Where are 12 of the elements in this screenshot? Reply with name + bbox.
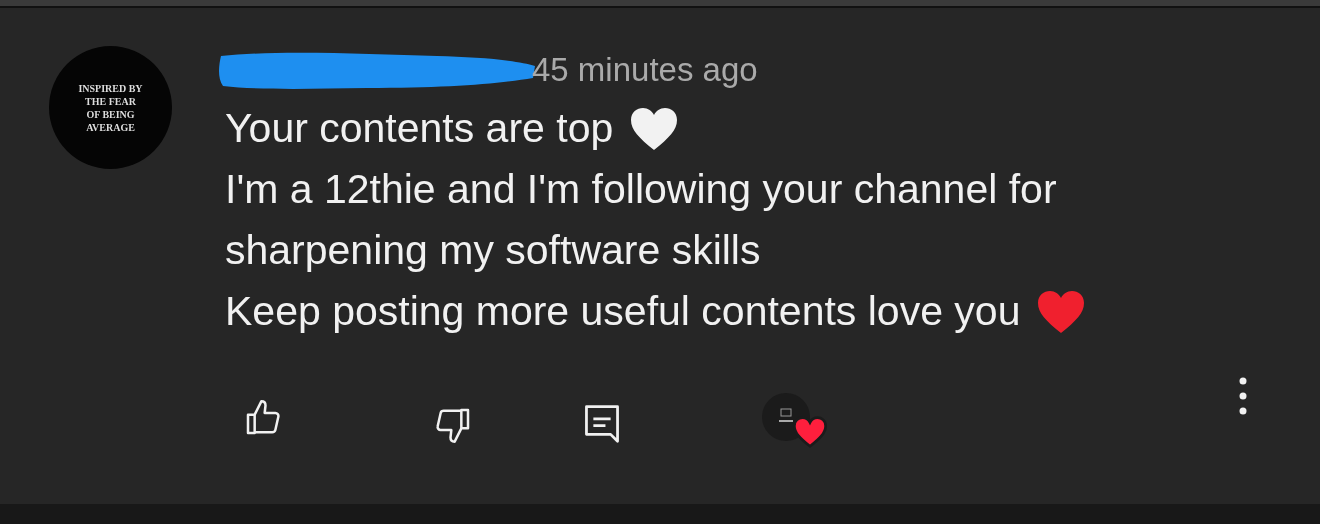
avatar-text: OF BEING xyxy=(86,107,135,121)
avatar-text: THE FEAR xyxy=(85,94,136,108)
more-options-icon[interactable] xyxy=(1237,376,1249,416)
comment-text: sharpening my software skills xyxy=(225,227,761,274)
comment-time: 45 minutes ago xyxy=(532,51,758,89)
avatar-text: AVERAGE xyxy=(86,120,135,134)
avatar-text: INSPIRED BY xyxy=(78,81,143,95)
comment-text: I'm a 12thie and I'm following your channel for xyxy=(225,166,1057,213)
comment-text: Your contents are top xyxy=(225,105,614,152)
comment-text: Keep posting more useful contents love you xyxy=(225,288,1021,335)
reply-icon[interactable] xyxy=(583,403,621,445)
avatar[interactable]: INSPIRED BY THE FEAR OF BEING AVERAGE xyxy=(49,46,172,169)
